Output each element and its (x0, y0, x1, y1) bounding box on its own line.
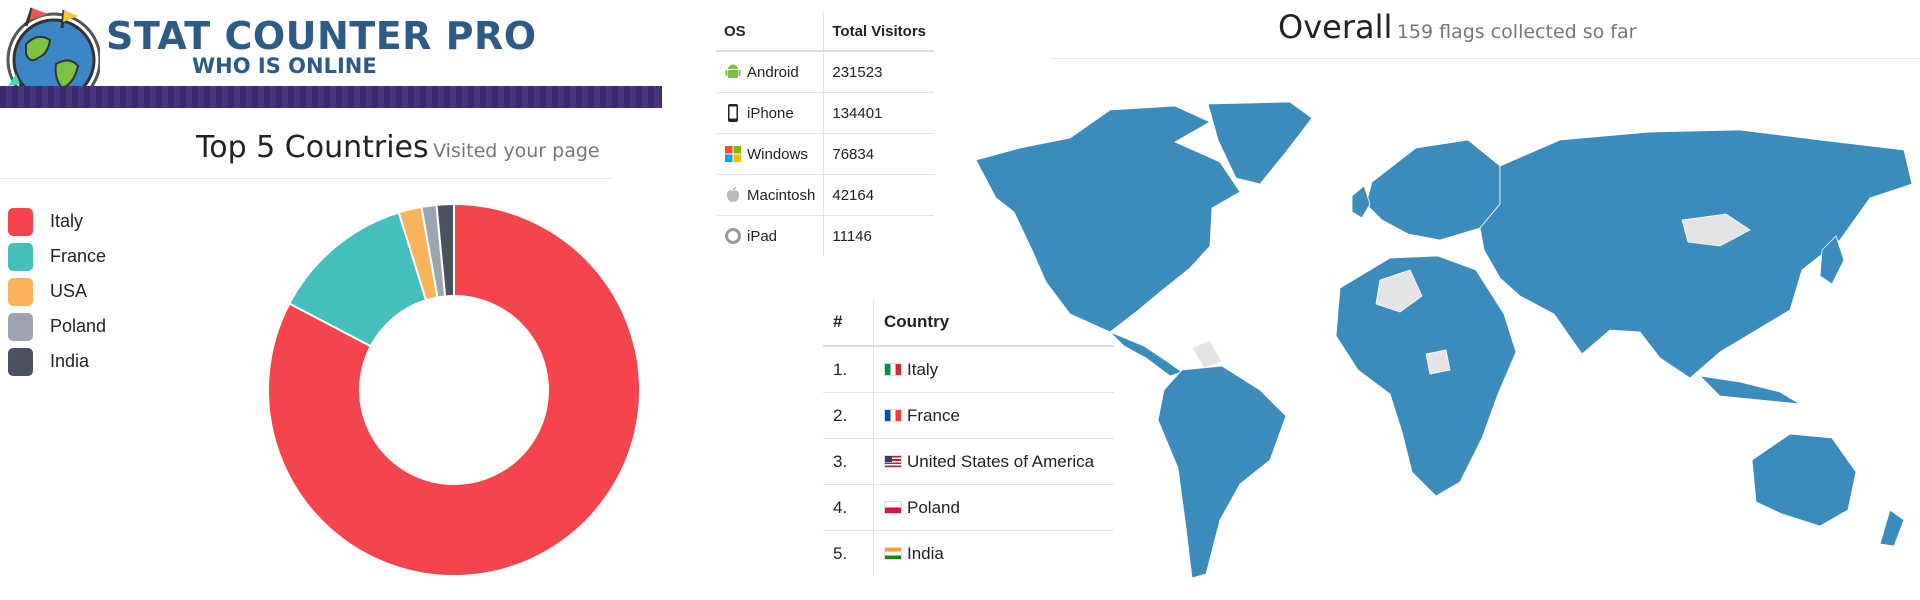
legend-item-usa[interactable]: USA (8, 274, 106, 309)
table-row: iPad 11146 (716, 215, 935, 256)
os-name: Windows (747, 145, 808, 163)
map-uk[interactable] (1351, 185, 1371, 219)
os-cell: iPad (716, 215, 825, 256)
ipad-icon (725, 228, 741, 244)
chart-legend: Italy France USA Poland India (8, 204, 106, 379)
legend-item-india[interactable]: India (8, 344, 106, 379)
apple-icon (726, 187, 740, 202)
map-north-america[interactable] (975, 105, 1241, 333)
map-uncollected-region (1425, 349, 1451, 375)
visitors-cell: 11146 (823, 215, 935, 256)
top-countries-title: Top 5 Countries Visited your page (196, 130, 600, 165)
legend-item-france[interactable]: France (8, 239, 106, 274)
poland-flag-icon (884, 500, 902, 514)
os-cell: Windows (716, 133, 825, 175)
android-icon (725, 64, 741, 78)
table-row: Macintosh 42164 (716, 174, 935, 216)
legend-swatch (8, 207, 33, 236)
os-name: iPhone (747, 104, 794, 122)
map-indonesia[interactable] (1698, 375, 1801, 405)
top-countries-subtitle: Visited your page (433, 140, 600, 162)
legend-label: Poland (50, 316, 107, 336)
rank-column-header: # (823, 299, 874, 347)
os-name: iPad (747, 227, 778, 245)
table-row: Windows 76834 (716, 133, 935, 175)
logo-band (0, 86, 662, 108)
france-flag-icon (884, 408, 902, 422)
legend-swatch (8, 277, 33, 306)
visitors-cell: 42164 (823, 174, 935, 216)
map-africa[interactable] (1335, 255, 1517, 497)
rank-cell: 5. (823, 530, 874, 576)
map-south-america[interactable] (1157, 365, 1287, 579)
os-name: Android (747, 63, 799, 81)
os-cell: iPhone (716, 92, 825, 134)
legend-label: France (50, 246, 107, 266)
rank-cell: 2. (823, 392, 874, 439)
visitors-cell: 134401 (823, 92, 935, 134)
country-name: India (907, 543, 944, 563)
map-asia[interactable] (1479, 129, 1913, 379)
legend-swatch (8, 242, 33, 271)
legend-item-italy[interactable]: Italy (8, 204, 106, 239)
iphone-icon (728, 104, 738, 122)
country-name: France (907, 405, 960, 425)
map-europe[interactable] (1365, 139, 1501, 241)
os-cell: Macintosh (716, 174, 825, 216)
overall-heading: Overall (1278, 8, 1393, 46)
legend-swatch (8, 347, 33, 376)
logo: STAT COUNTER PRO WHO IS ONLINE (0, 0, 662, 112)
logo-subtitle: WHO IS ONLINE (192, 54, 377, 78)
map-new-zealand[interactable] (1879, 509, 1905, 547)
flags-collected-text: 159 flags collected so far (1396, 21, 1637, 43)
legend-label: Italy (50, 211, 84, 231)
italy-flag-icon (884, 362, 902, 376)
windows-icon (725, 146, 741, 162)
logo-title: STAT COUNTER PRO (106, 14, 537, 58)
map-uncollected-region (1191, 339, 1223, 369)
os-column-header: OS (716, 12, 825, 52)
countries-donut-chart (267, 202, 641, 577)
usa-flag-icon (884, 454, 902, 468)
legend-label: USA (50, 281, 88, 301)
overall-title: Overall 159 flags collected so far (1278, 8, 1636, 46)
legend-swatch (8, 312, 33, 341)
visitors-cell: 231523 (823, 50, 935, 93)
rank-cell: 3. (823, 438, 874, 485)
divider (1050, 58, 1920, 59)
table-row: Android 231523 (716, 50, 935, 93)
legend-item-poland[interactable]: Poland (8, 309, 106, 344)
os-table: OS Total Visitors Android 231523 iPhone … (716, 12, 935, 256)
rank-cell: 1. (823, 345, 874, 393)
table-row: iPhone 134401 (716, 92, 935, 134)
os-name: Macintosh (747, 186, 816, 204)
country-name: Italy (907, 359, 939, 379)
os-cell: Android (716, 50, 825, 93)
divider (0, 178, 612, 179)
visitors-cell: 76834 (823, 133, 935, 175)
world-map (975, 101, 1913, 579)
visitors-column-header: Total Visitors (823, 12, 935, 52)
country-name: Poland (907, 497, 960, 517)
map-central-america[interactable] (1109, 331, 1183, 377)
table-header-row: OS Total Visitors (716, 12, 935, 52)
top-countries-heading: Top 5 Countries (196, 130, 429, 165)
rank-cell: 4. (823, 484, 874, 531)
india-flag-icon (884, 546, 902, 560)
legend-label: India (50, 351, 90, 371)
map-australia[interactable] (1751, 433, 1857, 527)
